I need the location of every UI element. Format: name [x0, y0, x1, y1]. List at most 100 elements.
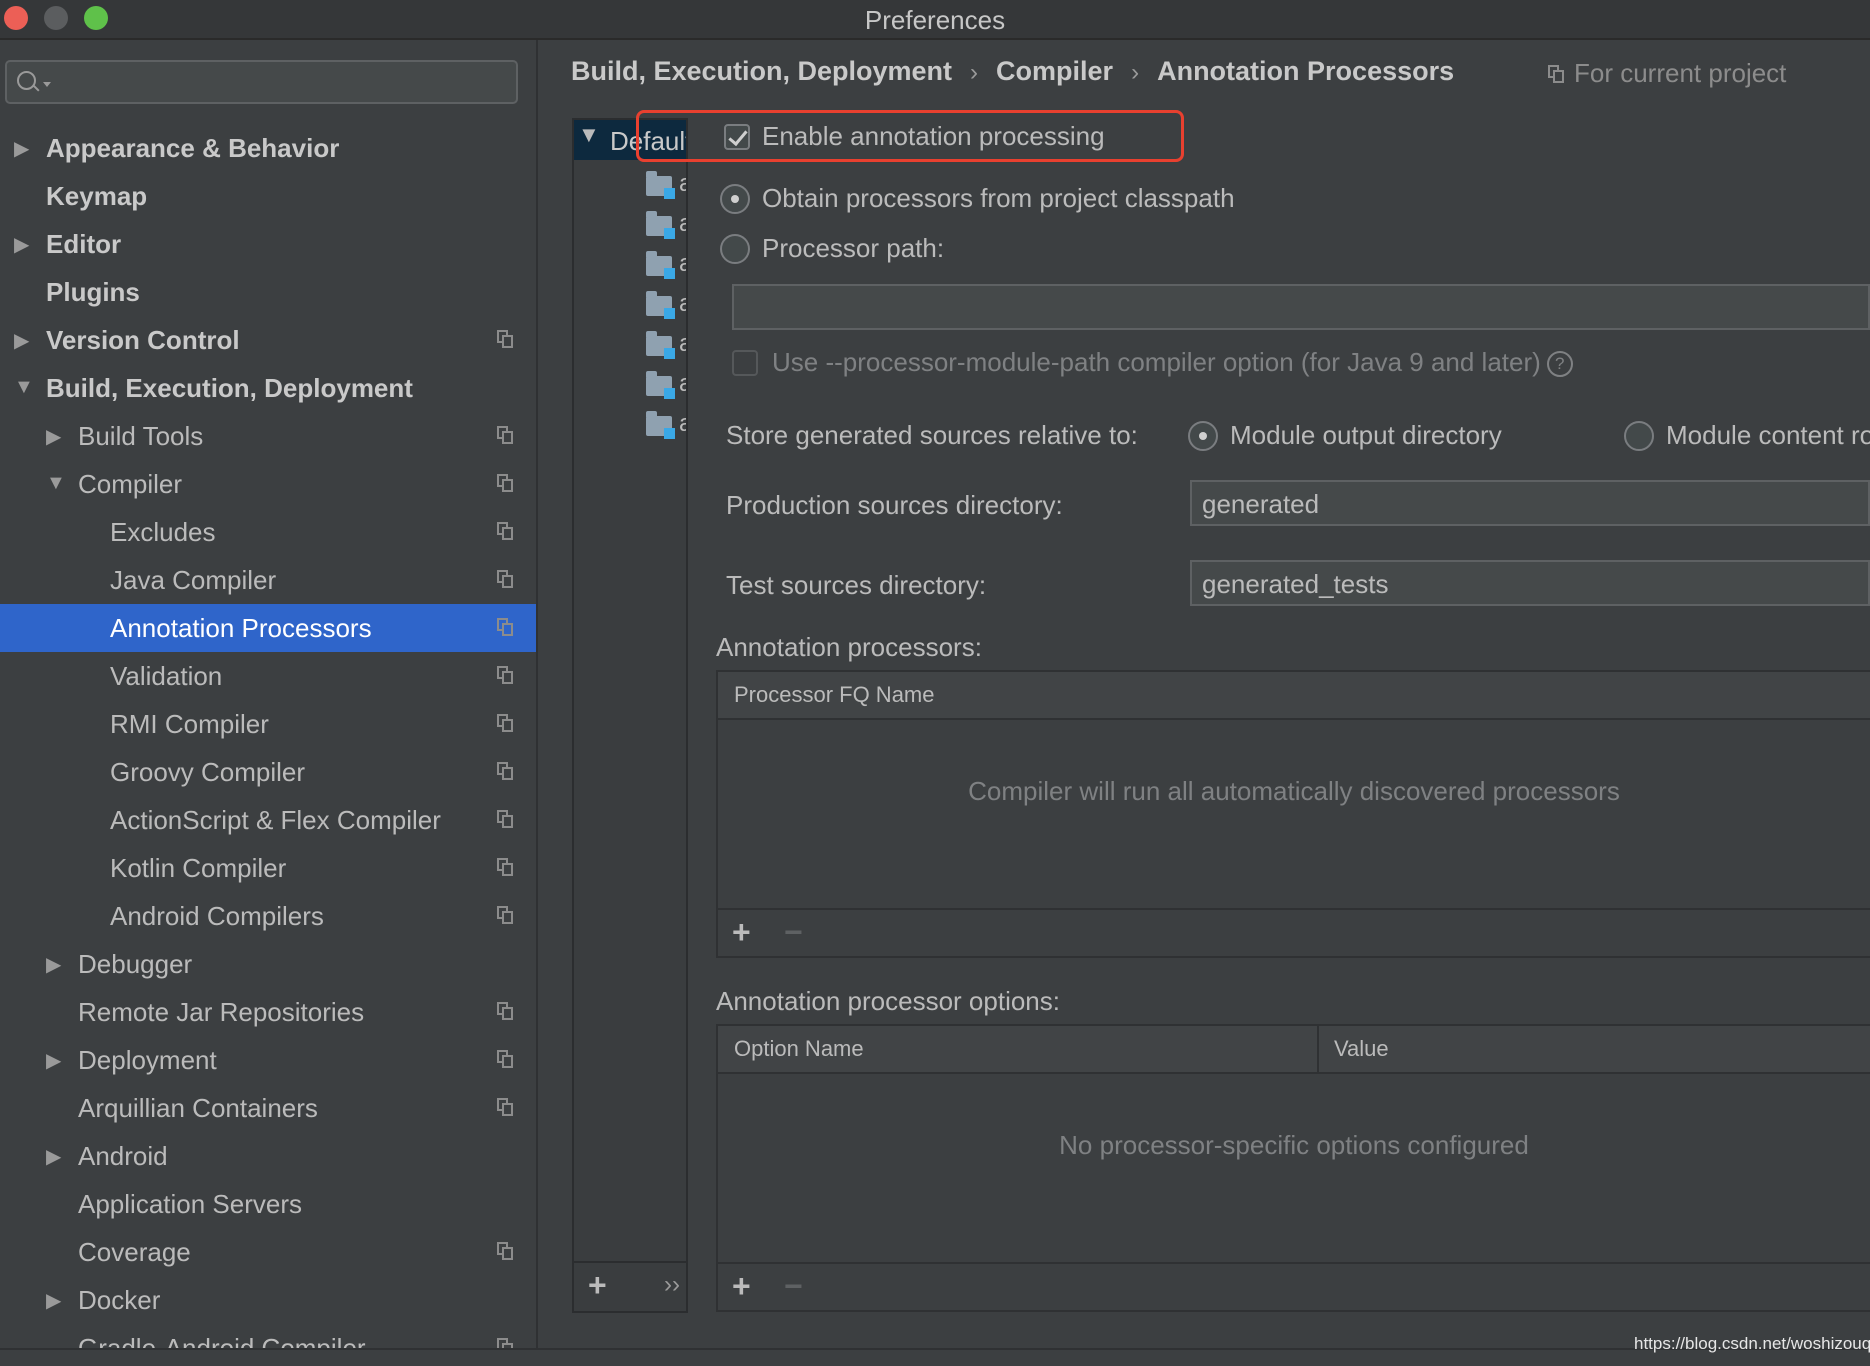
project-level-icon	[497, 858, 513, 876]
sidebar-item-annotation-processors[interactable]: Annotation Processors	[0, 604, 536, 652]
more-actions-icon[interactable]: ››	[664, 1271, 680, 1299]
module-output-directory-radio[interactable]	[1188, 421, 1218, 451]
add-option-button[interactable]: +	[732, 1268, 751, 1305]
option-name-column[interactable]: Option Name	[734, 1036, 864, 1062]
remove-processor-button[interactable]: −	[784, 914, 803, 951]
obtain-from-classpath-radio[interactable]	[720, 184, 750, 214]
scope-indicator: For current project	[1548, 58, 1786, 89]
add-profile-button[interactable]: +	[588, 1267, 607, 1304]
expand-arrow-icon[interactable]: ▶	[46, 424, 61, 449]
table-toolbar: + −	[718, 908, 1870, 956]
module-name: a	[679, 290, 686, 318]
module-output-directory-label[interactable]: Module output directory	[1230, 420, 1502, 451]
module-name: a	[679, 370, 686, 398]
processor-path-label[interactable]: Processor path:	[762, 233, 944, 264]
sidebar-item-label: Remote Jar Repositories	[78, 997, 365, 1027]
project-level-icon	[497, 1338, 513, 1348]
sidebar-item-groovy-compiler[interactable]: Groovy Compiler	[0, 748, 536, 796]
empty-table-message: Compiler will run all automatically disc…	[968, 776, 1620, 806]
sidebar-item-android-compilers[interactable]: Android Compilers	[0, 892, 536, 940]
sidebar-item-build-execution-deployment[interactable]: ▼ Build, Execution, Deployment	[0, 364, 536, 412]
processor-path-radio[interactable]	[720, 234, 750, 264]
add-processor-button[interactable]: +	[732, 914, 751, 951]
expand-arrow-icon[interactable]: ▶	[14, 328, 29, 353]
sidebar-item-plugins[interactable]: Plugins	[0, 268, 536, 316]
sidebar-item-debugger[interactable]: ▶ Debugger	[0, 940, 536, 988]
project-level-icon	[497, 810, 513, 828]
sidebar-item-actionscript-flex-compiler[interactable]: ActionScript & Flex Compiler	[0, 796, 536, 844]
sidebar-item-label: Android	[78, 1141, 168, 1171]
sidebar-item-deployment[interactable]: ▶ Deployment	[0, 1036, 536, 1084]
enable-annotation-processing-checkbox[interactable]	[724, 124, 750, 150]
expand-arrow-icon[interactable]: ▶	[46, 952, 61, 977]
sidebar-item-label: Debugger	[78, 949, 193, 979]
expand-arrow-icon[interactable]: ▶	[14, 136, 29, 161]
breadcrumb-compiler[interactable]: Compiler	[996, 56, 1113, 86]
sidebar-item-label: Arquillian Containers	[78, 1093, 318, 1123]
sidebar-item-rmi-compiler[interactable]: RMI Compiler	[0, 700, 536, 748]
search-icon	[17, 71, 36, 90]
collapse-arrow-icon[interactable]: ▼	[46, 472, 66, 495]
sidebar-item-android[interactable]: ▶ Android	[0, 1132, 536, 1180]
sidebar-item-remote-jar-repositories[interactable]: Remote Jar Repositories	[0, 988, 536, 1036]
settings-search-input[interactable]	[5, 60, 518, 104]
breadcrumb-separator: ›	[970, 59, 979, 86]
sidebar-item-version-control[interactable]: ▶ Version Control	[0, 316, 536, 364]
collapse-arrow-icon[interactable]: ▼	[578, 122, 600, 148]
breadcrumb: Build, Execution, Deployment › Compiler › An…	[571, 56, 1454, 87]
module-content-root-radio[interactable]	[1624, 421, 1654, 451]
sidebar-item-keymap[interactable]: Keymap	[0, 172, 536, 220]
project-level-icon	[497, 762, 513, 780]
module-name: a	[679, 170, 686, 198]
obtain-from-classpath-label[interactable]: Obtain processors from project classpath	[762, 183, 1235, 214]
breadcrumb-build-execution-deployment[interactable]: Build, Execution, Deployment	[571, 56, 952, 86]
test-sources-field[interactable]: generated_tests	[1190, 560, 1870, 606]
sidebar-item-label: RMI Compiler	[110, 709, 269, 739]
sidebar-item-application-servers[interactable]: Application Servers	[0, 1180, 536, 1228]
processor-fq-name-column[interactable]: Processor FQ Name	[734, 682, 935, 708]
enable-annotation-processing-label[interactable]: Enable annotation processing	[762, 121, 1105, 152]
collapse-arrow-icon[interactable]: ▼	[14, 376, 34, 399]
sidebar-item-editor[interactable]: ▶ Editor	[0, 220, 536, 268]
annotation-processors-table: Processor FQ Name Compiler will run all …	[716, 670, 1870, 958]
processor-path-field[interactable]	[732, 284, 1870, 330]
store-generated-sources-label: Store generated sources relative to:	[726, 420, 1138, 450]
sidebar-item-label: ActionScript & Flex Compiler	[110, 805, 441, 835]
module-item[interactable]: a	[646, 290, 686, 320]
profiles-tree: ▼ Default a a a a a a a + ››	[572, 118, 688, 1313]
module-item[interactable]: a	[646, 370, 686, 400]
module-item[interactable]: a	[646, 330, 686, 360]
sidebar-item-coverage[interactable]: Coverage	[0, 1228, 536, 1276]
breadcrumb-annotation-processors: Annotation Processors	[1157, 56, 1455, 86]
search-history-dropdown-icon[interactable]	[43, 82, 51, 87]
processor-module-path-checkbox[interactable]	[732, 350, 758, 376]
project-level-icon	[497, 570, 513, 588]
sidebar-item-compiler[interactable]: ▼ Compiler	[0, 460, 536, 508]
project-level-icon	[497, 1050, 513, 1068]
expand-arrow-icon[interactable]: ▶	[46, 1048, 61, 1073]
module-name: a	[679, 210, 686, 238]
sidebar-item-kotlin-compiler[interactable]: Kotlin Compiler	[0, 844, 536, 892]
help-icon[interactable]: ?	[1546, 351, 1573, 377]
sidebar-item-validation[interactable]: Validation	[0, 652, 536, 700]
value-column[interactable]: Value	[1334, 1036, 1389, 1062]
sidebar-item-excludes[interactable]: Excludes	[0, 508, 536, 556]
sidebar-item-build-tools[interactable]: ▶ Build Tools	[0, 412, 536, 460]
sidebar-item-arquillian-containers[interactable]: Arquillian Containers	[0, 1084, 536, 1132]
module-name: a	[679, 410, 686, 438]
production-sources-field[interactable]: generated	[1190, 480, 1870, 526]
sidebar-item-gradle-android-compiler[interactable]: Gradle-Android Compiler	[0, 1324, 536, 1348]
module-item[interactable]: a	[646, 210, 686, 240]
expand-arrow-icon[interactable]: ▶	[14, 232, 29, 257]
module-item[interactable]: a	[646, 170, 686, 200]
remove-option-button[interactable]: −	[784, 1268, 803, 1305]
sidebar-item-java-compiler[interactable]: Java Compiler	[0, 556, 536, 604]
expand-arrow-icon[interactable]: ▶	[46, 1288, 61, 1313]
sidebar-item-appearance-behavior[interactable]: ▶ Appearance & Behavior	[0, 124, 536, 172]
expand-arrow-icon[interactable]: ▶	[46, 1144, 61, 1169]
sidebar-item-docker[interactable]: ▶ Docker	[0, 1276, 536, 1324]
module-item[interactable]: a	[646, 410, 686, 440]
module-item[interactable]: a	[646, 250, 686, 280]
project-scope-icon	[1548, 65, 1564, 83]
module-content-root-label[interactable]: Module content root	[1666, 420, 1870, 451]
